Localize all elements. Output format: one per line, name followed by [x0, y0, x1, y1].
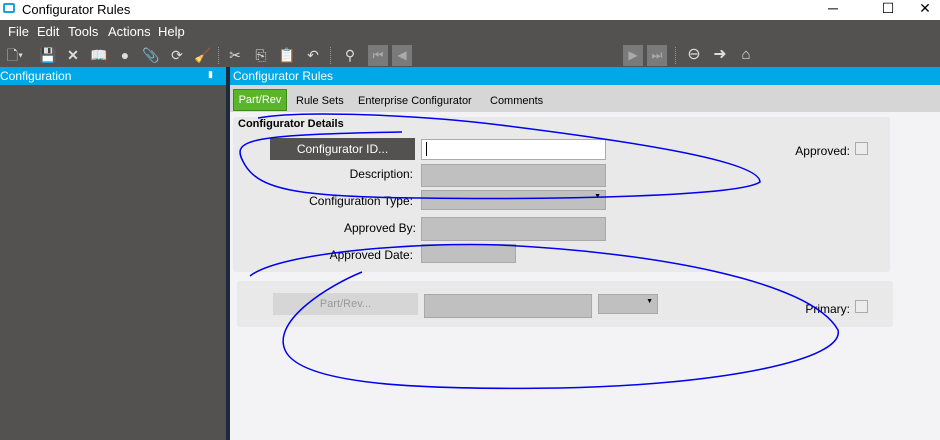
annotation-ellipse-bottom: [249, 243, 839, 390]
annotation-ellipse-top: [239, 113, 761, 200]
annotation-scribbles: [239, 113, 839, 390]
